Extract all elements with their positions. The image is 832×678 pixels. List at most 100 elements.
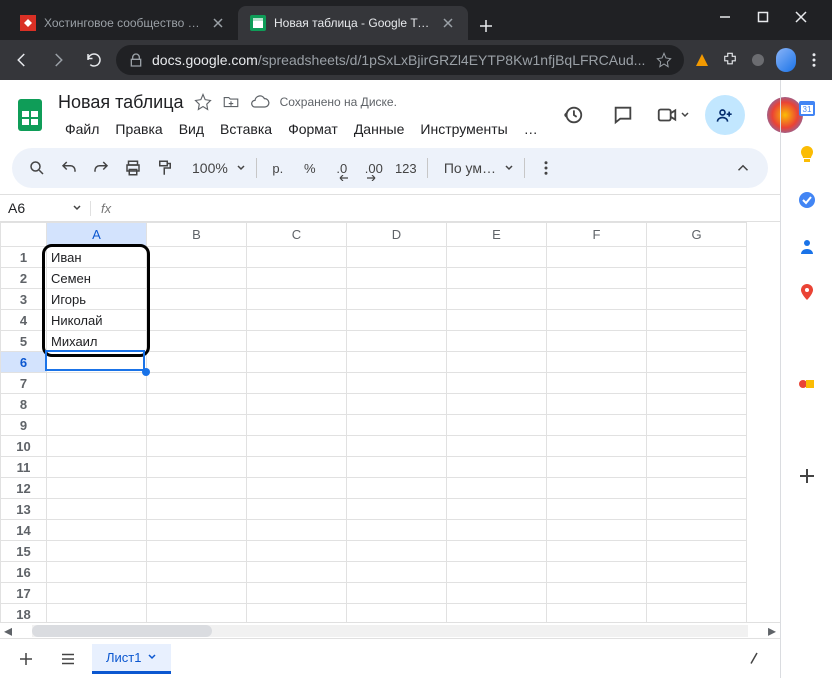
star-icon[interactable] — [656, 52, 672, 68]
cell[interactable] — [347, 352, 447, 373]
cell[interactable] — [547, 310, 647, 331]
cell[interactable] — [147, 499, 247, 520]
menu-insert[interactable]: Вставка — [213, 119, 279, 139]
cell[interactable] — [347, 310, 447, 331]
cell[interactable] — [247, 562, 347, 583]
zoom-dropdown[interactable]: 100% — [182, 153, 250, 183]
menu-tools[interactable]: Инструменты — [413, 119, 514, 139]
all-sheets-button[interactable] — [50, 644, 86, 674]
maps-icon[interactable] — [797, 282, 817, 302]
cell[interactable] — [247, 583, 347, 604]
row-header[interactable]: 5 — [1, 331, 47, 352]
profile-avatar[interactable] — [776, 50, 796, 70]
cell[interactable] — [147, 394, 247, 415]
undo-button[interactable] — [54, 153, 84, 183]
cell[interactable] — [347, 478, 447, 499]
maximize-button[interactable] — [748, 2, 778, 32]
cell[interactable] — [47, 604, 147, 623]
cell[interactable] — [147, 604, 247, 623]
cell[interactable] — [647, 415, 747, 436]
cell[interactable] — [647, 310, 747, 331]
cell[interactable] — [647, 499, 747, 520]
cell[interactable] — [447, 604, 547, 623]
cell[interactable] — [647, 562, 747, 583]
cell[interactable] — [147, 541, 247, 562]
cell[interactable] — [647, 541, 747, 562]
cell[interactable] — [147, 247, 247, 268]
cell[interactable] — [247, 604, 347, 623]
redo-button[interactable] — [86, 153, 116, 183]
cell[interactable] — [647, 457, 747, 478]
cell[interactable]: Михаил — [47, 331, 147, 352]
menu-format[interactable]: Формат — [281, 119, 345, 139]
more-toolbar-button[interactable] — [531, 153, 561, 183]
paint-format-button[interactable] — [150, 153, 180, 183]
cell[interactable] — [547, 436, 647, 457]
meet-button[interactable] — [655, 97, 691, 133]
row-header[interactable]: 6 — [1, 352, 47, 373]
cell[interactable] — [47, 499, 147, 520]
cell[interactable] — [447, 268, 547, 289]
sheets-logo[interactable] — [12, 95, 48, 135]
cell[interactable] — [247, 541, 347, 562]
cell[interactable]: Семен — [47, 268, 147, 289]
decrease-decimals-button[interactable]: .0 — [327, 153, 357, 183]
cell[interactable] — [447, 520, 547, 541]
spreadsheet-grid[interactable]: ABCDEFG1Иван2Семен3Игорь4Николай5Михаил6… — [0, 222, 780, 622]
cell[interactable] — [647, 478, 747, 499]
cell[interactable]: Игорь — [47, 289, 147, 310]
cell[interactable] — [547, 289, 647, 310]
menu-data[interactable]: Данные — [347, 119, 412, 139]
cell[interactable] — [147, 331, 247, 352]
column-header[interactable]: A — [47, 223, 147, 247]
cell[interactable] — [147, 373, 247, 394]
row-header[interactable]: 9 — [1, 415, 47, 436]
cell[interactable] — [447, 478, 547, 499]
cell[interactable] — [447, 289, 547, 310]
cell[interactable] — [547, 373, 647, 394]
cell[interactable] — [247, 289, 347, 310]
cell[interactable] — [647, 373, 747, 394]
calendar-icon[interactable]: 31 — [797, 98, 817, 118]
row-header[interactable]: 2 — [1, 268, 47, 289]
url-input[interactable]: docs.google.com/spreadsheets/d/1pSxLxBji… — [116, 45, 684, 75]
cell[interactable] — [347, 583, 447, 604]
cell[interactable] — [647, 436, 747, 457]
cell[interactable] — [47, 478, 147, 499]
increase-decimals-button[interactable]: .00 — [359, 153, 389, 183]
cell[interactable] — [347, 331, 447, 352]
extensions-button[interactable] — [720, 50, 740, 70]
menu-more[interactable]: … — [517, 119, 545, 139]
browser-tab[interactable]: Хостинговое сообщество «Tim — [8, 6, 238, 40]
close-icon[interactable] — [210, 15, 226, 31]
row-header[interactable]: 3 — [1, 289, 47, 310]
cell[interactable] — [247, 457, 347, 478]
cell[interactable] — [147, 310, 247, 331]
column-header[interactable]: G — [647, 223, 747, 247]
new-tab-button[interactable] — [472, 12, 500, 40]
cell[interactable] — [47, 583, 147, 604]
cell[interactable] — [247, 373, 347, 394]
cell[interactable]: Иван — [47, 247, 147, 268]
cell[interactable] — [647, 520, 747, 541]
cell[interactable] — [447, 373, 547, 394]
cell[interactable] — [447, 457, 547, 478]
cell[interactable] — [147, 478, 247, 499]
cell[interactable] — [647, 583, 747, 604]
cell[interactable] — [147, 268, 247, 289]
cell[interactable] — [147, 583, 247, 604]
extension-icon[interactable] — [748, 50, 768, 70]
cell[interactable] — [47, 415, 147, 436]
cell[interactable] — [447, 415, 547, 436]
cell[interactable] — [647, 268, 747, 289]
cell[interactable] — [647, 394, 747, 415]
menu-view[interactable]: Вид — [172, 119, 211, 139]
cell[interactable] — [247, 499, 347, 520]
cell[interactable] — [547, 268, 647, 289]
cell[interactable] — [247, 331, 347, 352]
select-all-corner[interactable] — [1, 223, 47, 247]
reload-button[interactable] — [80, 46, 108, 74]
currency-button[interactable]: р. — [263, 153, 293, 183]
cell[interactable] — [447, 331, 547, 352]
cell[interactable] — [547, 520, 647, 541]
